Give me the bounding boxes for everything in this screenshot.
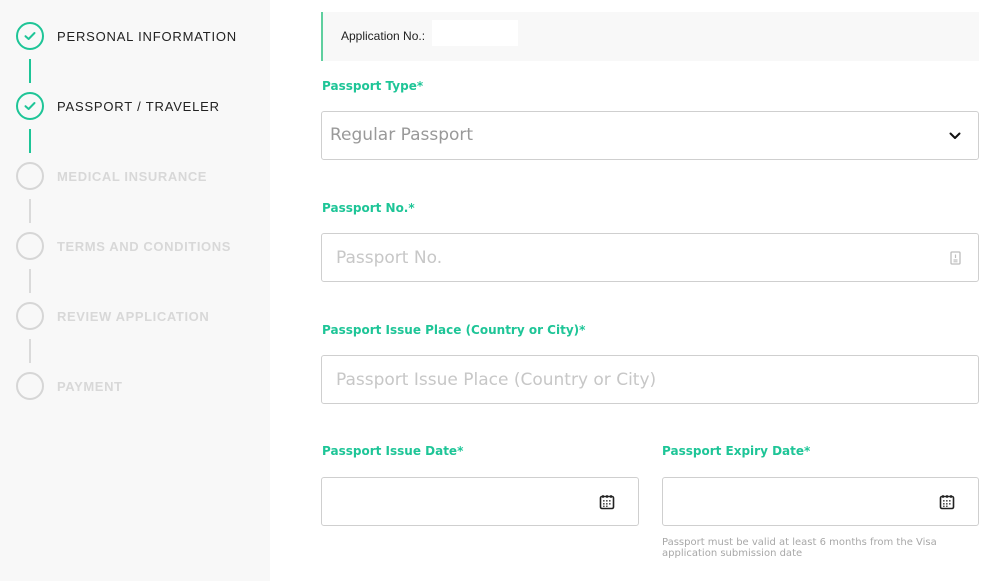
issue-place-field[interactable] xyxy=(321,355,979,404)
step-label: PERSONAL INFORMATION xyxy=(57,28,237,44)
id-card-icon xyxy=(950,251,961,265)
issue-date-label: Passport Issue Date* xyxy=(322,444,464,458)
expiry-date-field[interactable] xyxy=(662,477,979,526)
application-number-value xyxy=(432,20,518,46)
calendar-icon[interactable] xyxy=(598,493,616,511)
step-connector xyxy=(29,199,31,223)
passport-no-field[interactable] xyxy=(321,233,979,282)
check-icon xyxy=(16,22,44,50)
passport-type-value: Regular Passport xyxy=(330,125,474,145)
step-label: REVIEW APPLICATION xyxy=(57,308,210,324)
empty-circle-icon xyxy=(16,302,44,330)
passport-no-label: Passport No.* xyxy=(322,201,415,215)
issue-date-field[interactable] xyxy=(321,477,639,526)
application-number-label: Application No.: xyxy=(341,29,426,43)
calendar-icon[interactable] xyxy=(938,493,956,511)
application-number-banner: Application No.: xyxy=(321,12,979,61)
step-connector xyxy=(29,59,31,83)
step-payment[interactable]: PAYMENT xyxy=(16,372,123,400)
passport-type-select[interactable]: Regular Passport xyxy=(321,111,979,160)
step-label: MEDICAL INSURANCE xyxy=(57,168,208,184)
empty-circle-icon xyxy=(16,162,44,190)
expiry-date-label: Passport Expiry Date* xyxy=(662,444,811,458)
step-personal-information[interactable]: PERSONAL INFORMATION xyxy=(16,22,237,50)
chevron-down-icon xyxy=(949,132,961,139)
passport-type-label: Passport Type* xyxy=(322,79,424,93)
issue-place-input[interactable] xyxy=(322,356,978,403)
progress-sidebar: PERSONAL INFORMATION PASSPORT / TRAVELER… xyxy=(0,0,270,581)
step-connector xyxy=(29,129,31,153)
empty-circle-icon xyxy=(16,232,44,260)
step-review-application[interactable]: REVIEW APPLICATION xyxy=(16,302,209,330)
step-label: PASSPORT / TRAVELER xyxy=(57,98,220,114)
step-connector xyxy=(29,269,31,293)
step-label: TERMS AND CONDITIONS xyxy=(57,238,232,254)
expiry-date-hint: Passport must be valid at least 6 months… xyxy=(662,537,937,559)
check-icon xyxy=(16,92,44,120)
step-label: PAYMENT xyxy=(57,378,123,394)
empty-circle-icon xyxy=(16,372,44,400)
step-passport-traveler[interactable]: PASSPORT / TRAVELER xyxy=(16,92,220,120)
passport-no-input[interactable] xyxy=(322,234,978,281)
issue-place-label: Passport Issue Place (Country or City)* xyxy=(322,323,586,337)
step-connector xyxy=(29,339,31,363)
step-medical-insurance[interactable]: MEDICAL INSURANCE xyxy=(16,162,207,190)
step-terms-and-conditions[interactable]: TERMS AND CONDITIONS xyxy=(16,232,231,260)
